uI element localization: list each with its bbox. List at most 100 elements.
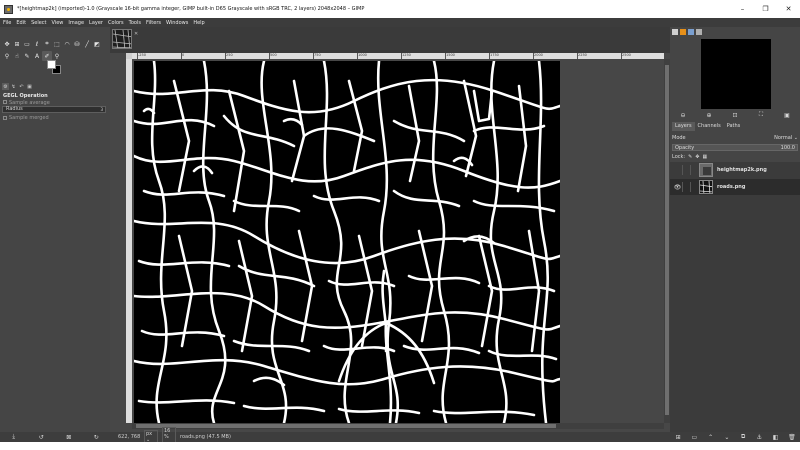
- menu-layer[interactable]: Layer: [89, 20, 103, 26]
- layer-info: roads.png (47.5 MB): [180, 434, 231, 440]
- zoom-out-icon[interactable]: ⊖: [679, 111, 688, 120]
- ruler-tick: -250: [137, 53, 146, 59]
- mask-layer-icon[interactable]: ◧: [771, 433, 780, 442]
- sample-merged-checkbox[interactable]: [3, 116, 7, 120]
- image-canvas[interactable]: [134, 61, 560, 423]
- image-tab-close-icon[interactable]: ✕: [134, 31, 138, 37]
- navigation-preview[interactable]: [701, 39, 771, 109]
- delete-layer-icon[interactable]: 🗑: [787, 433, 796, 442]
- navigation-tab-icon[interactable]: [672, 29, 678, 35]
- zoom-in-icon[interactable]: ⊕: [705, 111, 714, 120]
- menu-tools[interactable]: Tools: [129, 20, 141, 26]
- anchor-layer-icon[interactable]: ⚓: [755, 433, 764, 442]
- vertical-ruler[interactable]: [126, 59, 132, 423]
- lock-alpha-icon[interactable]: ▦: [703, 154, 708, 160]
- save-options-icon[interactable]: ⤓: [9, 433, 18, 442]
- mode-dropdown[interactable]: Normal ⌄: [774, 135, 798, 141]
- crop-tool-icon[interactable]: ⌗: [42, 39, 52, 49]
- menu-edit[interactable]: Edit: [16, 20, 26, 26]
- actual-size-icon[interactable]: ▣: [783, 111, 792, 120]
- lock-position-icon[interactable]: ✥: [695, 154, 699, 160]
- close-button[interactable]: ✕: [777, 0, 800, 18]
- radius-value[interactable]: 3: [100, 107, 103, 112]
- tab-channels[interactable]: Channels: [695, 122, 724, 131]
- align-tool-icon[interactable]: ⊞: [12, 39, 22, 49]
- horizontal-scrollbar[interactable]: [132, 423, 664, 429]
- ruler-tick: 2250: [577, 53, 587, 59]
- tool-options-tab-icon[interactable]: ⚙: [2, 83, 9, 90]
- maximize-button[interactable]: ❐: [754, 0, 777, 18]
- restore-options-icon[interactable]: ↺: [37, 433, 46, 442]
- shrink-wrap-icon[interactable]: ⛶: [757, 111, 766, 120]
- duplicate-layer-icon[interactable]: ⧉: [739, 433, 748, 442]
- opacity-value[interactable]: 100.0: [781, 145, 795, 151]
- new-layer-icon[interactable]: ▭: [690, 433, 699, 442]
- warp-tool-icon[interactable]: ◠: [62, 39, 72, 49]
- vertical-scroll-thumb[interactable]: [665, 65, 669, 415]
- tab-layers[interactable]: Layers: [672, 122, 695, 131]
- layer-row[interactable]: heightmap2k.png: [670, 162, 800, 178]
- layer-visibility-toggle[interactable]: [673, 165, 683, 175]
- bucket-fill-icon[interactable]: ⛁: [72, 39, 82, 49]
- lower-layer-icon[interactable]: ⌄: [722, 433, 731, 442]
- patterns-tab-icon[interactable]: [688, 29, 694, 35]
- layer-name[interactable]: heightmap2k.png: [717, 167, 767, 173]
- status-bar: 622, 768 px ⌄ 16 % ⌄ roads.png (47.5 MB): [110, 427, 670, 447]
- foreground-color-swatch[interactable]: [47, 60, 56, 69]
- opacity-label: Opacity: [675, 144, 695, 151]
- menu-select[interactable]: Select: [31, 20, 46, 26]
- menu-image[interactable]: Image: [68, 20, 84, 26]
- reset-options-icon[interactable]: ↻: [92, 433, 101, 442]
- gimp-app-icon: [4, 4, 13, 14]
- raise-layer-icon[interactable]: ⌃: [706, 433, 715, 442]
- toolbox-dock: ✥ ⊞ ▭ ℓ ⌗ ⬚ ◠ ⛁ ╱ ◩ ⚲ ☝ ✎ A ✐ ⚲ ⚙ ↯ ↶ ▣ …: [0, 27, 110, 432]
- opacity-slider[interactable]: Opacity 100.0: [672, 144, 798, 151]
- paths-tool-icon[interactable]: ✎: [22, 51, 32, 61]
- text-tool-icon[interactable]: A: [32, 51, 42, 61]
- brushes-tab-icon[interactable]: [680, 29, 686, 35]
- layer-chain-toggle[interactable]: [683, 165, 691, 175]
- sample-merged-option[interactable]: Sample merged: [3, 115, 49, 121]
- zoom-fit-icon[interactable]: ⊡: [731, 111, 740, 120]
- layer-chain-toggle[interactable]: [683, 182, 691, 192]
- ruler-tick: 250: [225, 53, 233, 59]
- layers-dock-tabs: Layers Channels Paths: [672, 122, 743, 131]
- move-tool-icon[interactable]: ✥: [2, 39, 12, 49]
- images-tab-icon[interactable]: ▣: [26, 83, 33, 90]
- menu-colors[interactable]: Colors: [108, 20, 124, 26]
- delete-options-icon[interactable]: ⊠: [64, 433, 73, 442]
- horizontal-ruler[interactable]: -250 0 250 500 750 1000 1250 1500 1750 2…: [132, 53, 664, 59]
- tab-paths[interactable]: Paths: [724, 122, 744, 131]
- horizontal-scroll-thumb[interactable]: [136, 424, 556, 428]
- paintbrush-icon[interactable]: ╱: [82, 39, 92, 49]
- clone-tool-icon[interactable]: ⚲: [2, 51, 12, 61]
- minimize-button[interactable]: –: [731, 0, 754, 18]
- radius-spinner[interactable]: Radius 3: [2, 106, 106, 113]
- layer-row-selected[interactable]: 👁 roads.png: [670, 179, 800, 195]
- ruler-tick: 1000: [357, 53, 367, 59]
- menu-windows[interactable]: Windows: [166, 20, 188, 26]
- taskbar-strip: [0, 442, 800, 450]
- canvas-area[interactable]: -250 0 250 500 750 1000 1250 1500 1750 2…: [110, 53, 670, 432]
- menu-help[interactable]: Help: [193, 20, 204, 26]
- eraser-icon[interactable]: ◩: [92, 39, 102, 49]
- eye-icon[interactable]: 👁: [673, 182, 683, 192]
- menu-file[interactable]: File: [3, 20, 11, 26]
- image-tab-thumbnail[interactable]: [112, 29, 132, 49]
- roads-layer-image: [134, 61, 560, 423]
- rect-select-icon[interactable]: ▭: [22, 39, 32, 49]
- menu-view[interactable]: View: [52, 20, 64, 26]
- unified-transform-icon[interactable]: ⬚: [52, 39, 62, 49]
- new-layer-group-icon[interactable]: ⊞: [674, 433, 683, 442]
- smudge-tool-icon[interactable]: ☝: [12, 51, 22, 61]
- undo-history-tab-icon[interactable]: ↶: [18, 83, 25, 90]
- free-select-icon[interactable]: ℓ: [32, 39, 42, 49]
- device-status-tab-icon[interactable]: ↯: [10, 83, 17, 90]
- sample-average-checkbox[interactable]: [3, 100, 7, 104]
- toolbox-row-1: ✥ ⊞ ▭ ℓ ⌗ ⬚ ◠ ⛁ ╱ ◩: [2, 39, 102, 49]
- gimp-window: *[heightmap2k] (imported)-1.0 (Grayscale…: [0, 0, 800, 450]
- fonts-tab-icon[interactable]: [696, 29, 702, 35]
- menu-filters[interactable]: Filters: [146, 20, 161, 26]
- layer-name[interactable]: roads.png: [717, 184, 745, 190]
- lock-pixels-icon[interactable]: ✎: [688, 154, 692, 160]
